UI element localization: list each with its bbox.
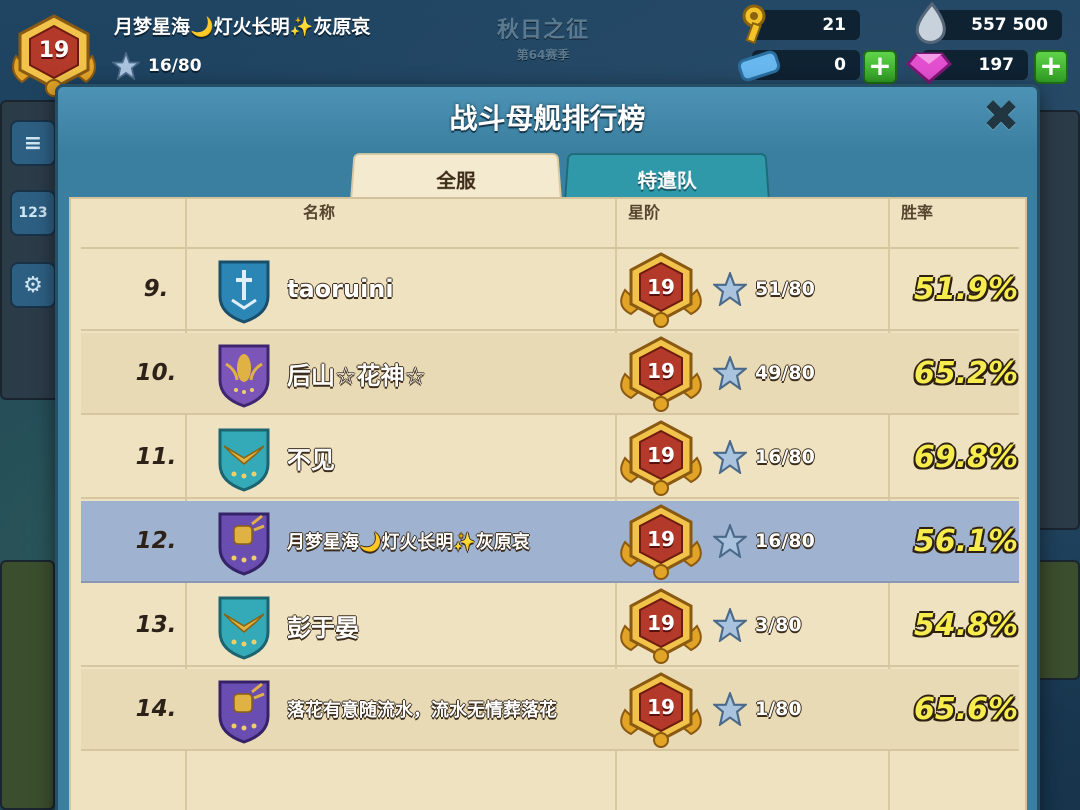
table-row-current-player[interactable]: 12. 月梦星海🌙灯火长明✨灰原哀 19 16/80 56.1%: [81, 501, 1019, 583]
keys-value: 21: [822, 15, 846, 35]
row-winrate: 54.8%: [913, 607, 1019, 643]
gems-value: 197: [978, 55, 1015, 75]
leaderboard-button[interactable]: 123: [10, 190, 56, 236]
row-stars: 49/80: [713, 333, 815, 413]
star-icon: [713, 692, 747, 726]
table-row[interactable]: 14. 落花有意随流水，流水无情葬落花 19 1/80 65.6%: [81, 669, 1019, 751]
row-rank-badge: 19: [615, 334, 707, 414]
row-stars-value: 51/80: [755, 278, 815, 300]
row-winrate: 65.2%: [913, 355, 1019, 391]
season-subtitle: 第64赛季: [516, 48, 570, 62]
tickets-value: 0: [834, 55, 846, 75]
row-rank: 9.: [143, 276, 169, 302]
row-rank: 10.: [135, 360, 177, 386]
season-title: 秋日之征: [496, 18, 589, 43]
row-stars: 51/80: [713, 249, 815, 329]
row-stars: 16/80: [713, 501, 815, 581]
row-player-name: 月梦星海🌙灯火长明✨灰原哀: [287, 532, 530, 553]
row-player-name: taoruini: [287, 275, 394, 303]
gem-icon: [906, 52, 952, 84]
row-stars-value: 16/80: [755, 530, 815, 552]
row-player-name: 落花有意随流水，流水无情葬落花: [287, 700, 557, 721]
player-stars: 16/80: [112, 52, 202, 80]
row-winrate: 56.1%: [913, 523, 1019, 559]
row-rank-level: 19: [647, 695, 675, 719]
row-stars: 16/80: [713, 417, 815, 497]
row-rank-level: 19: [647, 443, 675, 467]
row-player-name: 不见: [287, 445, 335, 474]
leaderboard-table[interactable]: 名称 星阶 胜率 9. taoruini 19 51/80 51.9% 10. 后山☆花神☆…: [69, 197, 1027, 810]
row-player-name: 彭于晏: [287, 613, 359, 642]
row-rank: 12.: [135, 528, 177, 554]
iron-drop-icon: [915, 2, 946, 44]
ticket-icon: [737, 50, 781, 82]
row-winrate: 69.8%: [913, 439, 1019, 475]
tickets-counter: 0: [737, 50, 860, 82]
add-gems-button[interactable]: +: [1034, 50, 1068, 84]
season-info: 秋日之征 第64赛季: [488, 12, 598, 63]
row-winrate: 51.9%: [913, 271, 1019, 307]
row-rank-level: 19: [647, 359, 675, 383]
row-rank-badge: 19: [615, 250, 707, 330]
star-icon: [713, 356, 747, 390]
menu-button[interactable]: ≡: [10, 120, 56, 166]
blue-sword-shield-icon: [216, 256, 272, 324]
row-rank-level: 19: [647, 611, 675, 635]
settings-gear-icon[interactable]: ⚙: [10, 262, 56, 308]
star-icon: [713, 524, 747, 558]
purple-rocket-shield-icon: [216, 340, 272, 408]
table-row[interactable]: 10. 后山☆花神☆ 19 49/80 65.2%: [81, 333, 1019, 415]
row-rank-badge: 19: [615, 502, 707, 582]
row-stars-value: 49/80: [755, 362, 815, 384]
column-header-rank: 星阶: [628, 203, 661, 222]
table-row[interactable]: 9. taoruini 19 51/80 51.9%: [81, 249, 1019, 331]
row-rank: 11.: [135, 444, 177, 470]
row-player-name: 后山☆花神☆: [287, 361, 427, 390]
star-icon: [713, 440, 747, 474]
player-level-value: 19: [38, 38, 70, 63]
row-stars: 1/80: [713, 669, 802, 749]
row-stars-value: 3/80: [755, 614, 802, 636]
column-header-name: 名称: [303, 203, 336, 222]
keys-counter: 21: [742, 4, 860, 45]
close-button[interactable]: ✖: [981, 95, 1021, 139]
row-rank-level: 19: [647, 275, 675, 299]
row-winrate: 65.6%: [913, 691, 1019, 727]
row-rank-level: 19: [647, 527, 675, 551]
add-tickets-button[interactable]: +: [863, 50, 897, 84]
star-icon: [713, 272, 747, 306]
iron-counter: 557 500: [915, 2, 1062, 44]
panel-title: 战斗母舰排行榜: [449, 102, 646, 135]
purple-fist-shield-icon: [216, 676, 272, 744]
table-row-partial[interactable]: [81, 229, 1019, 249]
world-building: [0, 560, 55, 810]
row-rank: 13.: [135, 612, 177, 638]
player-stars-value: 16/80: [148, 56, 202, 76]
player-name: 月梦星海🌙灯火长明✨灰原哀: [114, 16, 371, 38]
row-rank-badge: 19: [615, 586, 707, 666]
row-stars-value: 16/80: [755, 446, 815, 468]
tab-global[interactable]: 全服: [350, 153, 562, 201]
row-rank: 14.: [135, 696, 177, 722]
teal-wings-shield-icon: [216, 592, 272, 660]
star-icon: [112, 52, 140, 80]
row-rank-badge: 19: [615, 670, 707, 750]
leaderboard-panel: 战斗母舰排行榜 ✖ 全服 特遣队 名称 星阶 胜率 9. taoruini 19 51…: [55, 84, 1040, 810]
star-icon: [713, 608, 747, 642]
tab-task-force[interactable]: 特遣队: [564, 153, 770, 201]
table-row[interactable]: 11. 不见 19 16/80 69.8%: [81, 417, 1019, 499]
gems-counter: 197: [906, 50, 1028, 84]
row-stars: 3/80: [713, 585, 802, 665]
teal-wings-shield-icon: [216, 424, 272, 492]
column-header-winrate: 胜率: [901, 203, 934, 222]
iron-value: 557 500: [971, 15, 1048, 35]
row-stars-value: 1/80: [755, 698, 802, 720]
table-row[interactable]: 13. 彭于晏 19 3/80 54.8%: [81, 585, 1019, 667]
purple-fist-shield-icon: [216, 508, 272, 576]
key-icon: [742, 4, 766, 45]
row-rank-badge: 19: [615, 418, 707, 498]
